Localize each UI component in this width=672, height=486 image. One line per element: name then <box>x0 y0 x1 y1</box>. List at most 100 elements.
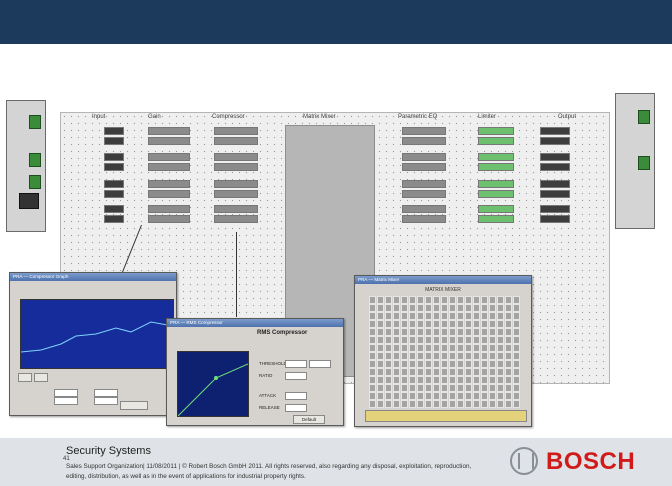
matrix-cell[interactable] <box>369 312 376 320</box>
matrix-cell[interactable] <box>449 304 456 312</box>
matrix-cell[interactable] <box>369 320 376 328</box>
channel-block[interactable] <box>104 137 124 145</box>
matrix-cell[interactable] <box>369 368 376 376</box>
matrix-cell[interactable] <box>377 400 384 408</box>
matrix-cell[interactable] <box>409 304 416 312</box>
matrix-cell[interactable] <box>393 328 400 336</box>
matrix-cell[interactable] <box>457 352 464 360</box>
matrix-cell[interactable] <box>377 296 384 304</box>
matrix-cell[interactable] <box>457 344 464 352</box>
channel-block[interactable] <box>148 137 190 145</box>
matrix-cell[interactable] <box>489 400 496 408</box>
matrix-cell[interactable] <box>497 344 504 352</box>
matrix-cell[interactable] <box>481 328 488 336</box>
output-level-row[interactable] <box>365 410 527 422</box>
matrix-cell[interactable] <box>433 328 440 336</box>
matrix-cell[interactable] <box>409 328 416 336</box>
matrix-cell[interactable] <box>425 320 432 328</box>
channel-block[interactable] <box>402 163 446 171</box>
matrix-cell[interactable] <box>465 368 472 376</box>
matrix-cell[interactable] <box>369 328 376 336</box>
channel-block[interactable] <box>148 163 190 171</box>
matrix-cell[interactable] <box>433 392 440 400</box>
matrix-cell[interactable] <box>369 360 376 368</box>
matrix-cell[interactable] <box>481 392 488 400</box>
matrix-cell[interactable] <box>417 344 424 352</box>
matrix-cell[interactable] <box>393 296 400 304</box>
matrix-cell[interactable] <box>497 400 504 408</box>
channel-block[interactable] <box>214 180 258 188</box>
matrix-cell[interactable] <box>393 320 400 328</box>
matrix-cell[interactable] <box>385 304 392 312</box>
matrix-cell[interactable] <box>513 336 520 344</box>
matrix-cell[interactable] <box>505 304 512 312</box>
matrix-cell[interactable] <box>425 344 432 352</box>
channel-block[interactable] <box>540 137 570 145</box>
channel-block[interactable] <box>214 127 258 135</box>
matrix-cell[interactable] <box>489 368 496 376</box>
matrix-cell[interactable] <box>473 368 480 376</box>
matrix-cell[interactable] <box>385 344 392 352</box>
channel-block[interactable] <box>214 205 258 213</box>
matrix-cell[interactable] <box>417 392 424 400</box>
matrix-cell[interactable] <box>489 360 496 368</box>
matrix-cell[interactable] <box>385 312 392 320</box>
release-field[interactable] <box>285 404 307 412</box>
matrix-cell[interactable] <box>481 304 488 312</box>
channel-block[interactable] <box>104 190 124 198</box>
channel-block[interactable] <box>478 127 514 135</box>
channel-block[interactable] <box>540 190 570 198</box>
matrix-cell[interactable] <box>433 320 440 328</box>
matrix-cell[interactable] <box>449 360 456 368</box>
matrix-cell[interactable] <box>401 352 408 360</box>
matrix-cell[interactable] <box>505 336 512 344</box>
channel-block[interactable] <box>402 153 446 161</box>
matrix-cell[interactable] <box>505 320 512 328</box>
matrix-cell[interactable] <box>497 376 504 384</box>
matrix-cell[interactable] <box>465 384 472 392</box>
matrix-cell[interactable] <box>481 312 488 320</box>
channel-block[interactable] <box>478 215 514 223</box>
attack-field[interactable] <box>285 392 307 400</box>
matrix-cell[interactable] <box>369 392 376 400</box>
channel-block[interactable] <box>478 205 514 213</box>
matrix-cell[interactable] <box>489 352 496 360</box>
matrix-cell[interactable] <box>497 336 504 344</box>
matrix-cell[interactable] <box>401 360 408 368</box>
matrix-cell[interactable] <box>513 384 520 392</box>
compressor-graph-window[interactable]: PRA — Compressor Graph <box>9 272 177 416</box>
matrix-cell[interactable] <box>513 360 520 368</box>
matrix-cell[interactable] <box>481 352 488 360</box>
matrix-cell[interactable] <box>377 328 384 336</box>
matrix-cell[interactable] <box>425 384 432 392</box>
matrix-cell[interactable] <box>489 328 496 336</box>
matrix-cell[interactable] <box>513 400 520 408</box>
matrix-cell[interactable] <box>433 336 440 344</box>
matrix-cell[interactable] <box>433 312 440 320</box>
matrix-cell[interactable] <box>497 320 504 328</box>
matrix-cell[interactable] <box>401 384 408 392</box>
parameter-field[interactable] <box>94 389 118 397</box>
matrix-cell[interactable] <box>433 360 440 368</box>
matrix-cell[interactable] <box>489 384 496 392</box>
matrix-cell[interactable] <box>417 296 424 304</box>
matrix-cell[interactable] <box>425 296 432 304</box>
parameter-field[interactable] <box>54 397 78 405</box>
matrix-cell[interactable] <box>393 336 400 344</box>
matrix-cell[interactable] <box>465 304 472 312</box>
channel-block[interactable] <box>540 153 570 161</box>
matrix-cell[interactable] <box>449 368 456 376</box>
matrix-cell[interactable] <box>417 376 424 384</box>
channel-block[interactable] <box>402 190 446 198</box>
matrix-cell[interactable] <box>473 312 480 320</box>
matrix-cell[interactable] <box>513 392 520 400</box>
matrix-cell[interactable] <box>409 368 416 376</box>
matrix-cell[interactable] <box>497 360 504 368</box>
matrix-cell[interactable] <box>457 400 464 408</box>
matrix-cell[interactable] <box>377 368 384 376</box>
matrix-cell[interactable] <box>449 352 456 360</box>
matrix-cell[interactable] <box>425 360 432 368</box>
matrix-cell[interactable] <box>481 368 488 376</box>
matrix-cell[interactable] <box>401 400 408 408</box>
matrix-cell[interactable] <box>465 344 472 352</box>
